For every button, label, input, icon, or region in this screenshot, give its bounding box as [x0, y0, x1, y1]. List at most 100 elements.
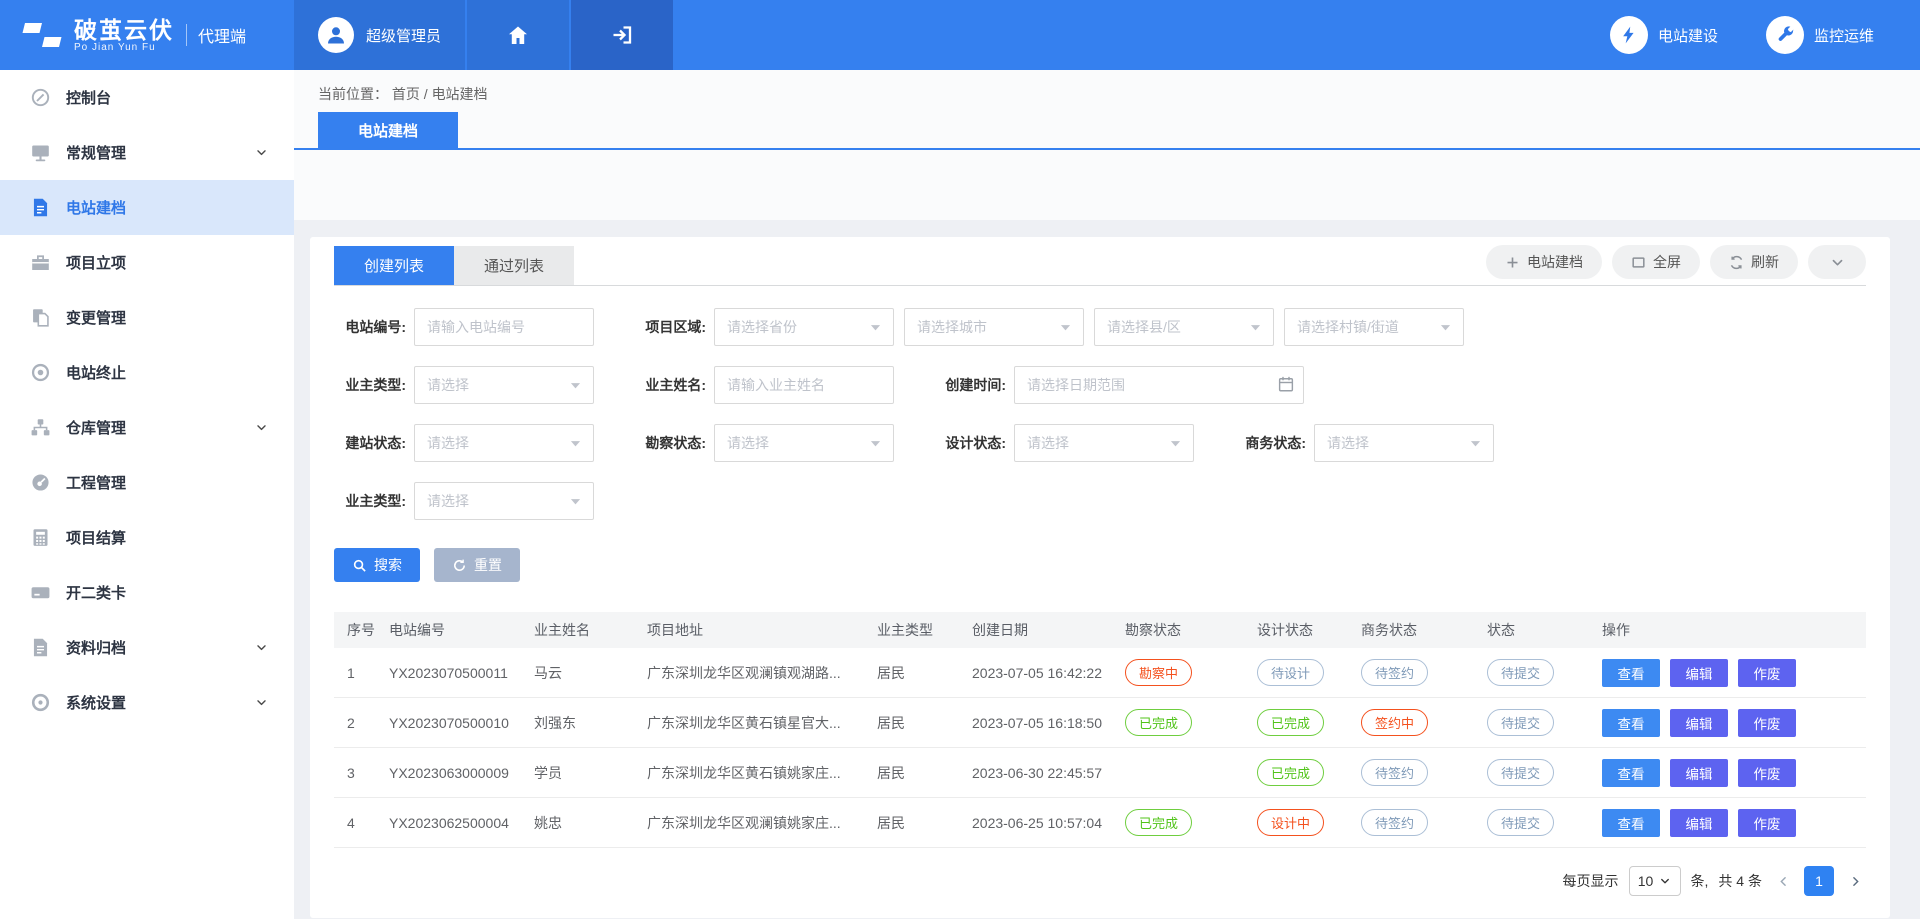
create-station-button[interactable]: 电站建档: [1486, 245, 1602, 279]
city-select[interactable]: 请选择城市: [904, 308, 1084, 346]
nav-monitor-ops[interactable]: 监控运维: [1766, 16, 1874, 54]
monitor-icon: [30, 142, 51, 163]
void-button[interactable]: 作废: [1738, 659, 1796, 687]
sidebar-item[interactable]: 资料归档: [0, 620, 294, 675]
page-tab[interactable]: 电站建档: [318, 112, 458, 148]
app-title: 破茧云伏: [74, 18, 174, 42]
sidebar-item[interactable]: 变更管理: [0, 290, 294, 345]
owner-type-select[interactable]: 请选择: [414, 366, 594, 404]
search-button[interactable]: 搜索: [334, 548, 420, 582]
sidebar-item[interactable]: 控制台: [0, 70, 294, 125]
build-status-select[interactable]: 请选择: [414, 424, 594, 462]
sidebar-item[interactable]: 工程管理: [0, 455, 294, 510]
prev-page-button[interactable]: [1772, 866, 1794, 896]
design-status-select[interactable]: 请选择: [1014, 424, 1194, 462]
column-header: 项目地址: [647, 620, 877, 640]
business-status-cell: 签约中: [1361, 709, 1487, 736]
void-button[interactable]: 作废: [1738, 709, 1796, 737]
project-address: 广东深圳龙华区观澜镇姚家庄...: [647, 813, 877, 833]
nav-station-build-label: 电站建设: [1658, 25, 1718, 46]
edit-button[interactable]: 编辑: [1670, 659, 1728, 687]
date-range-input[interactable]: [1014, 366, 1304, 404]
owner-name: 姚忠: [534, 813, 647, 833]
column-header: 电站编号: [389, 620, 534, 640]
sidebar-item[interactable]: 电站建档: [0, 180, 294, 235]
fullscreen-button[interactable]: 全屏: [1612, 245, 1700, 279]
reset-button[interactable]: 重置: [434, 548, 520, 582]
sidebar-item[interactable]: 仓库管理: [0, 400, 294, 455]
void-button[interactable]: 作废: [1738, 759, 1796, 787]
page-number-button[interactable]: 1: [1804, 866, 1834, 896]
sidebar-item[interactable]: 开二类卡: [0, 565, 294, 620]
tab-passed-list[interactable]: 通过列表: [454, 246, 574, 285]
survey-status-label: 勘察状态:: [634, 433, 706, 453]
station-code: YX2023070500011: [389, 665, 534, 681]
owner-name-input[interactable]: [714, 366, 894, 404]
edit-button[interactable]: 编辑: [1670, 809, 1728, 837]
nav-monitor-ops-label: 监控运维: [1814, 25, 1874, 46]
top-header: 破茧云伏 Po Jian Yun Fu 代理端 超级管理员 电站建设 监控运维: [0, 0, 1920, 70]
nav-station-build[interactable]: 电站建设: [1610, 16, 1718, 54]
caret-down-icon: [1470, 440, 1481, 447]
row-index: 3: [347, 765, 389, 781]
business-status-select[interactable]: 请选择: [1314, 424, 1494, 462]
status-badge: 待设计: [1257, 659, 1324, 686]
column-header: 状态: [1487, 620, 1602, 640]
status-status-cell: 待提交: [1487, 809, 1602, 836]
sidebar-item[interactable]: 电站终止: [0, 345, 294, 400]
view-button[interactable]: 查看: [1602, 659, 1660, 687]
person-icon: [324, 23, 348, 47]
design-status-cell: 已完成: [1257, 759, 1361, 786]
chevron-down-icon: [255, 641, 268, 654]
breadcrumb-prefix: 当前位置：: [318, 86, 388, 102]
sidebar-item-label: 仓库管理: [66, 417, 126, 438]
next-page-button[interactable]: [1844, 866, 1866, 896]
sidebar-item[interactable]: 系统设置: [0, 675, 294, 730]
sidebar-item[interactable]: 项目立项: [0, 235, 294, 290]
owner-name: 刘强东: [534, 713, 647, 733]
sidebar-item-label: 工程管理: [66, 472, 126, 493]
view-button[interactable]: 查看: [1602, 759, 1660, 787]
owner-name-label: 业主姓名:: [634, 375, 706, 395]
sidebar-item-label: 项目结算: [66, 527, 126, 548]
breadcrumb-home-link[interactable]: 首页: [392, 86, 420, 102]
survey-status-select[interactable]: 请选择: [714, 424, 894, 462]
design-status-label: 设计状态:: [934, 433, 1006, 453]
column-header: 商务状态: [1361, 620, 1487, 640]
view-button[interactable]: 查看: [1602, 709, 1660, 737]
void-button[interactable]: 作废: [1738, 809, 1796, 837]
view-button[interactable]: 查看: [1602, 809, 1660, 837]
survey-status-cell: 已完成: [1125, 809, 1257, 836]
district-select[interactable]: 请选择县/区: [1094, 308, 1274, 346]
fullscreen-icon: [1631, 255, 1646, 270]
chevron-down-icon: [255, 421, 268, 434]
collapse-toolbar-button[interactable]: [1808, 245, 1866, 279]
plus-icon: [1505, 255, 1520, 270]
sidebar-item[interactable]: 常规管理: [0, 125, 294, 180]
user-menu[interactable]: 超级管理员: [294, 0, 465, 70]
home-button[interactable]: [467, 0, 569, 70]
station-no-input[interactable]: [414, 308, 594, 346]
province-select[interactable]: 请选择省份: [714, 308, 894, 346]
page-size-select[interactable]: 10: [1629, 866, 1681, 896]
table-row: 3YX2023063000009学员广东深圳龙华区黄石镇姚家庄...居民2023…: [334, 748, 1866, 798]
sidebar-menu: 控制台常规管理电站建档项目立项变更管理电站终止仓库管理工程管理项目结算开二类卡资…: [0, 70, 294, 730]
logout-button[interactable]: [571, 0, 673, 70]
project-address: 广东深圳龙华区黄石镇星官大...: [647, 713, 877, 733]
station-no-label: 电站编号:: [334, 317, 406, 337]
archive-icon: [30, 637, 51, 658]
refresh-button[interactable]: 刷新: [1710, 245, 1798, 279]
owner-type2-select[interactable]: 请选择: [414, 482, 594, 520]
tab-create-list[interactable]: 创建列表: [334, 246, 454, 285]
sidebar-item[interactable]: 项目结算: [0, 510, 294, 565]
briefcase-icon: [30, 252, 51, 273]
header-right-nav: 电站建设 监控运维: [1610, 0, 1920, 70]
sidebar-item-label: 开二类卡: [66, 582, 126, 603]
edit-button[interactable]: 编辑: [1670, 759, 1728, 787]
edit-button[interactable]: 编辑: [1670, 709, 1728, 737]
status-badge: 待签约: [1361, 809, 1428, 836]
caret-down-icon: [1170, 440, 1181, 447]
town-select[interactable]: 请选择村镇/街道: [1284, 308, 1464, 346]
row-index: 2: [347, 715, 389, 731]
sidebar-item-label: 电站建档: [66, 197, 126, 218]
